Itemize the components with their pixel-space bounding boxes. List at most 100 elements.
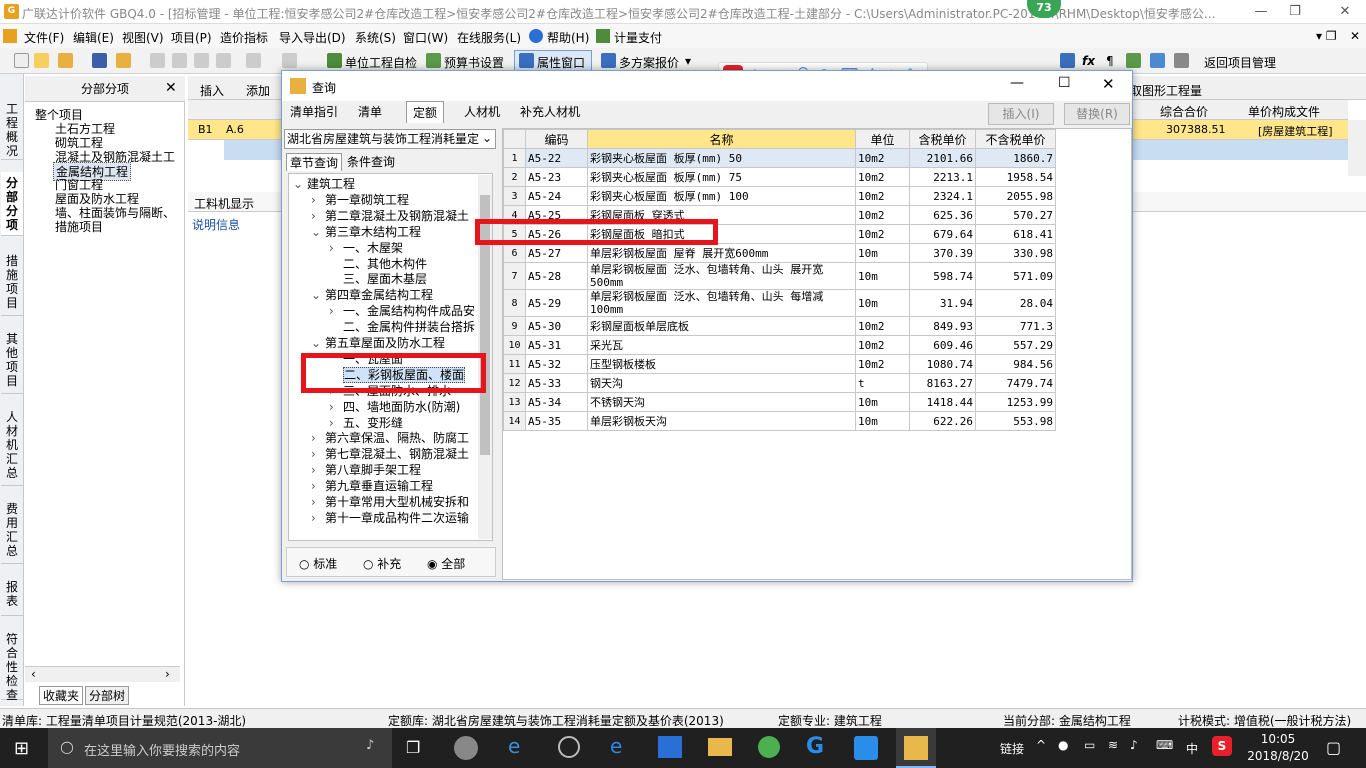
collapsed-arrow-icon[interactable]: › [329,303,343,319]
paragraph-icon[interactable]: ¶ [1106,54,1114,68]
table-row[interactable]: 11 A5-32 压型钢板楼板 10m2 1080.74 984.56 [503,354,1056,374]
table-row[interactable]: 7 A5-28 单层彩钢板屋面 泛水、包墙转角、山头 展开宽500mm 10m 598.… [503,262,1056,290]
scroll-left-icon[interactable]: ‹ [31,667,36,681]
table-row[interactable]: 10 A5-31 采光瓦 10m2 609.46 557.29 [503,335,1056,355]
expanded-arrow-icon[interactable]: ⌄ [311,287,325,303]
expanded-arrow-icon[interactable]: ⌄ [311,224,325,240]
collapsed-arrow-icon[interactable]: › [329,240,343,256]
collapsed-arrow-icon[interactable]: › [311,446,325,462]
cut-icon[interactable] [150,53,165,68]
tab-quota[interactable]: 定额 [406,101,445,123]
undo-icon[interactable] [246,53,261,68]
tree-node[interactable]: › 第十章常用大型机械安拆和 [311,494,469,510]
tab-measures[interactable]: 措施项目 [1,250,23,316]
copy-icon[interactable] [172,53,187,68]
radio-supplement[interactable]: ○ 补充 [363,555,401,572]
tab-bill[interactable]: 清单 [352,101,388,123]
menu-project[interactable]: 项目(P) [171,29,212,46]
tree-node[interactable]: 二、金属构件拼装台搭拆 [329,319,475,335]
chevron-up-icon[interactable]: ^ [1036,738,1046,752]
chevron-down-icon[interactable]: ⌄ [482,131,492,145]
tree-node[interactable]: › 第一章砌筑工程 [311,192,409,208]
collapsed-arrow-icon[interactable]: › [311,494,325,510]
redo-icon[interactable] [282,53,297,68]
return-project-button[interactable]: 返回项目管理 [1204,54,1276,71]
table-row[interactable]: 13 A5-34 不锈钢天沟 10m 1418.44 1253.99 [503,392,1056,412]
ie-blue-icon[interactable] [658,736,682,758]
export-icon[interactable] [1126,53,1141,68]
new-icon[interactable] [14,53,29,68]
collapsed-arrow-icon[interactable]: › [311,510,325,526]
calculator-icon[interactable] [1060,53,1075,68]
mic-icon[interactable]: ♪ [366,738,374,753]
collapsed-arrow-icon[interactable]: › [311,208,325,224]
chevron-down-icon[interactable]: ▾ [685,54,691,68]
table-row[interactable]: 8 A5-29 单层彩钢板屋面 泛水、包墙转角、山头 每增减100mm 10m 31.9… [503,289,1056,317]
tab-cost-summary[interactable]: 费用汇总 [1,498,23,564]
wifi-icon[interactable]: ≋ [1108,738,1118,752]
new-project-icon[interactable] [34,53,49,68]
delete-icon[interactable] [216,53,231,68]
table-row[interactable]: 1 A5-22 彩钢夹心板屋面 板厚(mm) 50 10m2 2101.66 1860.7 [503,148,1056,168]
table-row[interactable]: 14 A5-35 单层彩钢板天沟 10m 622.26 553.98 [503,411,1056,431]
menu-online[interactable]: 在线服务(L) [457,29,521,46]
notifications-icon[interactable]: ▢ [1326,738,1341,757]
vertical-scrollbar[interactable] [1348,120,1366,176]
radio-all[interactable]: ◉ 全部 [427,555,465,572]
table-row[interactable]: 2 A5-23 彩钢夹心板屋面 板厚(mm) 75 10m2 2213.1 1958.54 [503,167,1056,187]
collapsed-arrow-icon[interactable]: › [311,462,325,478]
tree-node[interactable]: 二、其他木构件 [329,256,427,272]
table-row[interactable]: 9 A5-30 彩钢屋面板单层底板 10m2 849.93 771.3 [503,316,1056,336]
windows-start-icon[interactable]: ⊞ [14,738,29,759]
mdi-restore-icon[interactable]: ▾ ❐ [1316,29,1337,43]
paste-icon[interactable] [194,53,209,68]
tab-favorites[interactable]: 收藏夹 [39,686,84,705]
folder-icon[interactable] [116,53,131,68]
add-button[interactable]: 添加 [246,82,270,99]
clock-time[interactable]: 10:05 [1258,732,1298,746]
mdi-close-icon[interactable]: ✕ [1350,29,1360,43]
browser-icon[interactable] [558,736,580,758]
restore-icon[interactable]: ❐ [1280,2,1310,22]
tab-supplement[interactable]: 补充人材机 [514,101,586,123]
taskbar-search[interactable]: ○ 在这里输入你要搜索的内容 ♪ [48,728,392,768]
menu-import-export[interactable]: 导入导出(D) [279,29,346,46]
quota-library-select[interactable]: 湖北省房屋建筑与装饰工程消耗量定 [284,129,496,149]
tab-bill-guide[interactable]: 清单指引 [284,101,344,123]
collapsed-arrow-icon[interactable]: › [311,192,325,208]
replace-button[interactable]: 替换(R) [1064,103,1130,125]
tree-node[interactable]: › 第八章脚手架工程 [311,462,421,478]
keyboard-icon[interactable]: ⌨ [1156,738,1173,752]
glodon-icon[interactable]: G [806,734,824,759]
ime-indicator[interactable]: 中 [1186,740,1198,757]
insert-button[interactable]: 插入 [200,82,224,99]
collapsed-arrow-icon[interactable]: › [311,478,325,494]
tree-node[interactable]: 三、屋面木基层 [329,271,427,287]
sogou-icon[interactable]: S [1212,736,1232,756]
graphic-quantity-button[interactable]: 取图形工程量 [1130,82,1202,99]
ie-icon[interactable]: e [508,734,520,758]
clock-date[interactable]: 2018/8/20 [1246,749,1310,763]
close-icon[interactable]: ✕ [1330,2,1360,22]
self-check-button[interactable]: 单位工程自检 [345,54,417,71]
tree-node[interactable]: › 第七章混凝土、钢筋混凝土 [311,446,469,462]
menu-help[interactable]: 帮助(H) [547,29,589,46]
maximize-icon[interactable]: ☐ [1058,75,1071,91]
table-row[interactable]: 12 A5-33 钢天沟 t 8163.27 7479.74 [503,373,1056,393]
expanded-arrow-icon[interactable]: ⌄ [293,176,307,192]
menu-file[interactable]: 文件(F) [24,29,64,46]
tree-node[interactable]: › 四、墙地面防水(防潮) [329,399,460,415]
tree-node[interactable]: › 一、金属结构构件成品安 [329,303,475,319]
menu-system[interactable]: 系统(S) [355,29,396,46]
tree-node[interactable]: › 第九章垂直运输工程 [311,478,433,494]
save-icon[interactable] [92,53,107,68]
tree-node[interactable]: › 第十一章成品构件二次运输 [311,510,469,526]
print-icon[interactable] [1150,53,1165,68]
app-icon[interactable] [454,736,478,760]
tree-node[interactable]: ⌄ 建筑工程 [293,176,355,192]
task-view-icon[interactable]: ❐ [406,738,420,757]
menu-window[interactable]: 窗口(W) [403,29,448,46]
list-icon[interactable] [1174,53,1189,68]
budget-settings-button[interactable]: 预算书设置 [444,54,504,71]
menu-view[interactable]: 视图(V) [122,29,164,46]
